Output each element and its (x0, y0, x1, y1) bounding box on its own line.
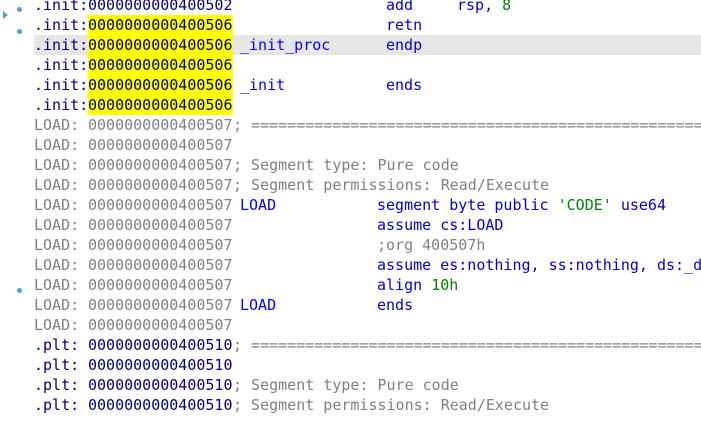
listing-line[interactable]: LOAD: 0000000000400507; Segment permissio… (34, 175, 701, 195)
listing-line[interactable]: .init: 0000000000400502 add rsp, 8 (34, 0, 701, 15)
address[interactable]: 0000000000400510 (88, 395, 233, 415)
segment-name: .plt: (34, 396, 80, 414)
comment: ; Segment permissions: Read/Execute (233, 396, 550, 414)
comment: ; ======================================… (233, 336, 701, 354)
segment-name: .init: (34, 76, 89, 94)
address[interactable]: 0000000000400507 (88, 275, 233, 295)
segment-name: LOAD: (34, 256, 80, 274)
listing-line[interactable]: LOAD: 0000000000400507 (34, 135, 701, 155)
breakpoint-dot-icon[interactable] (17, 7, 22, 12)
segment-name: LOAD: (34, 316, 80, 334)
directive: ends (377, 296, 414, 314)
address[interactable]: 0000000000400507 (88, 235, 233, 255)
segment-name: .init: (34, 36, 89, 54)
segment-name: LOAD: (34, 216, 80, 234)
segment-name: .init: (34, 56, 89, 74)
listing-line[interactable]: LOAD: 0000000000400507 (34, 315, 701, 335)
label-name[interactable]: _init_proc (240, 35, 330, 55)
address[interactable]: 0000000000400510 (88, 355, 233, 375)
directive: segment byte public 'CODE' use64 (377, 196, 666, 214)
listing-line[interactable]: LOAD: 0000000000400507 assume cs:LOAD (34, 215, 701, 235)
segment-name: .init: (34, 96, 89, 114)
segment-name: LOAD: (34, 116, 80, 134)
instruction-operand[interactable]: rsp, 8 (457, 0, 511, 15)
instruction-mnemonic: ends (386, 76, 423, 94)
segment-name: .plt: (34, 336, 80, 354)
address[interactable]: 0000000000400506 (88, 55, 233, 75)
comment: ; Segment permissions: Read/Execute (233, 176, 550, 194)
segment-name: LOAD: (34, 196, 80, 214)
instruction-mnemonic: add (386, 0, 414, 14)
listing-line[interactable]: LOAD: 0000000000400507 assume es:nothing, … (34, 255, 701, 275)
directive-comment: ;org 400507h (377, 236, 486, 254)
address[interactable]: 0000000000400510 (88, 375, 233, 395)
directive-literal: 10h (431, 276, 459, 294)
segment-name: .init: (34, 0, 89, 14)
address[interactable]: 0000000000400507 (88, 115, 233, 135)
segment-name: LOAD: (34, 296, 80, 314)
listing-line[interactable]: .init: 0000000000400506 _init ends (34, 75, 701, 95)
listing-line[interactable]: LOAD: 0000000000400507 LOAD ends (34, 295, 701, 315)
listing-line[interactable]: .plt: 0000000000400510; Segment type: Pur… (34, 375, 701, 395)
label-name[interactable]: LOAD (240, 295, 276, 315)
address[interactable]: 0000000000400507 (88, 175, 233, 195)
listing-line[interactable]: LOAD: 0000000000400507 LOAD segment byte pu… (34, 195, 701, 215)
address[interactable]: 0000000000400507 (88, 155, 233, 175)
listing-line[interactable]: .plt: 0000000000400510 (34, 355, 701, 375)
listing-line[interactable]: .init: 0000000000400506 retn (34, 15, 701, 35)
address[interactable]: 0000000000400502 (88, 0, 233, 15)
listing-line[interactable]: .init: 0000000000400506 (34, 55, 701, 75)
listing-line[interactable]: .plt: 0000000000400510; =================… (34, 335, 701, 355)
instruction-mnemonic: retn (386, 16, 423, 34)
label-name[interactable]: LOAD (240, 195, 276, 215)
label-name[interactable]: _init (240, 75, 285, 95)
segment-name: LOAD: (34, 136, 80, 154)
current-line-arrow-icon (3, 11, 8, 19)
address[interactable]: 0000000000400507 (88, 315, 233, 335)
listing-line[interactable]: LOAD: 0000000000400507; =================… (34, 115, 701, 135)
segment-name: LOAD: (34, 236, 80, 254)
disassembly-listing[interactable]: .init: 0000000000400502 add rsp, 8 .init: 000… (34, 0, 701, 415)
listing-line[interactable]: LOAD: 0000000000400507; Segment type: Pur… (34, 155, 701, 175)
address[interactable]: 0000000000400507 (88, 135, 233, 155)
address[interactable]: 0000000000400507 (88, 295, 233, 315)
segment-name: LOAD: (34, 176, 80, 194)
listing-line[interactable]: .plt: 0000000000400510; Segment permissio… (34, 395, 701, 415)
directive: align 10h (377, 276, 459, 294)
segment-name: LOAD: (34, 276, 80, 294)
directive: assume es:nothing, ss:nothing, ds:_d (377, 256, 701, 274)
address[interactable]: 0000000000400506 (88, 35, 233, 55)
breakpoint-dot-icon[interactable] (17, 288, 22, 293)
listing-line[interactable]: LOAD: 0000000000400507 ;org 400507h (34, 235, 701, 255)
comment: ; ======================================… (233, 116, 701, 134)
address[interactable]: 0000000000400506 (88, 95, 233, 115)
listing-line[interactable]: LOAD: 0000000000400507 align 10h (34, 275, 701, 295)
address[interactable]: 0000000000400510 (88, 335, 233, 355)
immediate-value: 8 (502, 0, 512, 14)
address[interactable]: 0000000000400506 (88, 15, 233, 35)
directive: assume cs:LOAD (377, 216, 504, 234)
breakpoint-dot-icon[interactable] (17, 29, 22, 34)
segment-name: .plt: (34, 376, 80, 394)
address[interactable]: 0000000000400507 (88, 255, 233, 275)
comment: ; Segment type: Pure code (233, 156, 459, 174)
segment-name: .plt: (34, 356, 80, 374)
address[interactable]: 0000000000400507 (88, 215, 233, 235)
address[interactable]: 0000000000400507 (88, 195, 233, 215)
listing-line[interactable]: .init: 0000000000400506 (34, 95, 701, 115)
segment-name: .init: (34, 16, 89, 34)
segment-name: LOAD: (34, 156, 80, 174)
directive-literal: 'CODE' (557, 196, 612, 214)
address[interactable]: 0000000000400506 (88, 75, 233, 95)
gutter (0, 0, 30, 421)
comment: ; Segment type: Pure code (233, 376, 459, 394)
instruction-mnemonic: endp (386, 36, 423, 54)
listing-line[interactable]: .init: 0000000000400506 _init_proc endp (34, 35, 701, 55)
